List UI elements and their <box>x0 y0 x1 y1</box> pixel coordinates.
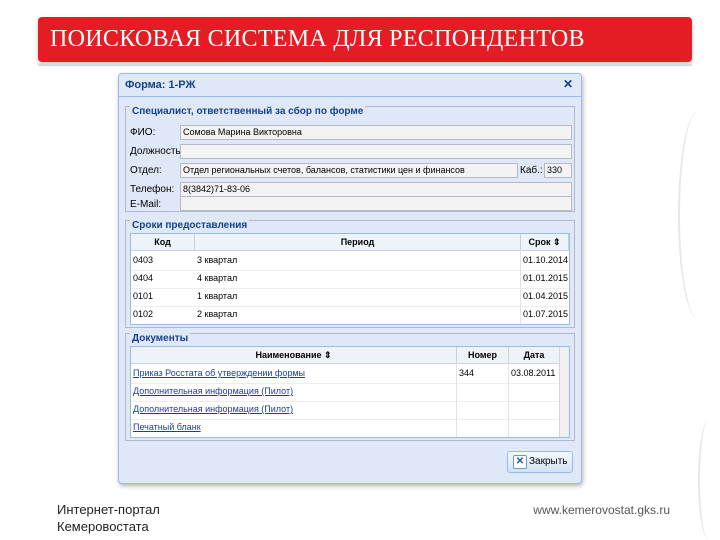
table-row[interactable]: Дополнительная информация (Пилот) <box>131 400 569 420</box>
email-label: E-Mail: <box>130 199 162 210</box>
col-header-doc-date[interactable]: Дата <box>509 347 560 363</box>
col-header-number[interactable]: Номер <box>457 347 509 363</box>
document-link[interactable]: Дополнительная информация (Пилот) <box>131 382 455 401</box>
document-link[interactable]: Печатный бланк <box>131 418 455 437</box>
email-field[interactable] <box>180 196 572 211</box>
table-row[interactable]: 0404 4 квартал 01.01.2015 <box>131 269 569 289</box>
position-label: Должность: <box>130 146 184 157</box>
col-header-name[interactable]: Наименование ⇕ <box>131 347 457 363</box>
document-link[interactable]: Дополнительная информация (Пилот) <box>131 400 455 419</box>
deadlines-fieldset: Сроки предоставления Код Период Срок ⇕ 0… <box>125 220 575 328</box>
cell-period: 3 квартал <box>197 255 238 265</box>
documents-fieldset: Документы Наименование ⇕ Номер Дата Прик… <box>125 333 575 441</box>
col-header-code[interactable]: Код <box>131 234 195 250</box>
column-divider <box>520 250 521 324</box>
footer-line: Кемеровостата <box>57 519 149 534</box>
col-header-date-label: Срок <box>528 237 551 247</box>
table-row[interactable]: 0101 1 квартал 01.04.2015 <box>131 287 569 307</box>
sort-icon: ⇕ <box>324 350 332 360</box>
col-header-date[interactable]: Срок ⇕ <box>521 234 569 250</box>
grid-header: Код Период Срок ⇕ <box>131 234 569 251</box>
cell-date: 01.01.2015 <box>523 273 569 283</box>
window-header: Форма: 1-РЖ ✕ <box>119 74 581 97</box>
footer-line: Интернет-портал <box>57 502 160 517</box>
column-divider <box>456 363 457 437</box>
document-link[interactable]: Приказ Росстата об утверждении формы <box>131 364 455 383</box>
close-icon[interactable]: ✕ <box>561 77 575 91</box>
cell-number: 344 <box>459 368 475 378</box>
slide-title: ПОИСКОВАЯ СИСТЕМА ДЛЯ РЕСПОНДЕНТОВ <box>50 26 585 52</box>
cell-doc-date <box>509 400 559 419</box>
decorative-curve <box>698 420 720 540</box>
decorative-curve <box>678 110 720 320</box>
title-banner: ПОИСКОВАЯ СИСТЕМА ДЛЯ РЕСПОНДЕНТОВ <box>38 17 692 62</box>
fio-label: ФИО: <box>130 127 156 138</box>
cell-date: 01.07.2015 <box>523 309 569 319</box>
cell-code: 0101 <box>133 291 154 301</box>
table-row[interactable]: 0102 2 квартал 01.07.2015 <box>131 305 569 324</box>
cell-date: 01.04.2015 <box>523 291 569 301</box>
cell-number <box>457 400 509 419</box>
dept-label: Отдел: <box>130 165 162 176</box>
cell-number <box>457 382 509 401</box>
grid-header: Наименование ⇕ Номер Дата <box>131 347 569 364</box>
window-title: Форма: 1-РЖ <box>125 79 196 91</box>
documents-legend: Документы <box>130 333 191 344</box>
cell-period: 2 квартал <box>197 309 238 319</box>
table-row[interactable]: Печатный бланк <box>131 418 569 437</box>
sort-icon: ⇕ <box>552 237 561 247</box>
vertical-scrollbar[interactable] <box>559 347 569 437</box>
table-row[interactable]: Приказ Росстата об утверждении формы 344… <box>131 364 569 384</box>
footer-url[interactable]: www.kemerovostat.gks.ru <box>533 503 670 517</box>
deadlines-grid: Код Период Срок ⇕ 0403 3 квартал 01.10.2… <box>130 233 570 325</box>
title-rule <box>38 64 692 66</box>
cell-doc-date: 03.08.2011 <box>511 368 556 378</box>
specialist-fieldset: Специалист, ответственный за сбор по фор… <box>125 106 575 212</box>
cell-number <box>457 418 509 437</box>
cell-date: 01.10.2014 <box>523 255 569 265</box>
deadlines-legend: Сроки предоставления <box>130 220 250 231</box>
col-header-period[interactable]: Период <box>195 234 521 250</box>
column-divider <box>508 363 509 437</box>
dept-field[interactable]: Отдел региональных счетов, балансов, ста… <box>180 163 518 178</box>
col-header-name-label: Наименование <box>255 350 322 360</box>
room-label: Каб.: <box>520 165 543 176</box>
cell-code: 0102 <box>133 309 154 319</box>
form-window: Форма: 1-РЖ ✕ Специалист, ответственный … <box>118 73 582 484</box>
phone-label: Телефон: <box>130 184 175 195</box>
table-row[interactable]: Дополнительная информация (Пилот) <box>131 382 569 402</box>
phone-field[interactable]: 8(3842)71-83-06 <box>180 182 572 197</box>
cell-period: 4 квартал <box>197 273 238 283</box>
footer-portal-name: Интернет-портал Кемеровостата <box>57 501 160 535</box>
specialist-legend: Специалист, ответственный за сбор по фор… <box>130 106 366 117</box>
cell-doc-date <box>509 418 559 437</box>
table-row[interactable]: 0403 3 квартал 01.10.2014 <box>131 251 569 271</box>
cell-period: 1 квартал <box>197 291 238 301</box>
room-field[interactable]: 330 <box>544 163 572 178</box>
close-button-label: Закрыть <box>529 456 568 467</box>
fio-field[interactable]: Сомова Марина Викторовна <box>180 125 572 140</box>
cell-doc-date <box>509 382 559 401</box>
close-button[interactable]: ✕ Закрыть <box>507 451 573 473</box>
cell-code: 0404 <box>133 273 154 283</box>
close-icon: ✕ <box>513 455 527 469</box>
position-field[interactable] <box>180 144 572 159</box>
documents-grid: Наименование ⇕ Номер Дата Приказ Росстат… <box>130 346 570 438</box>
cell-code: 0403 <box>133 255 154 265</box>
